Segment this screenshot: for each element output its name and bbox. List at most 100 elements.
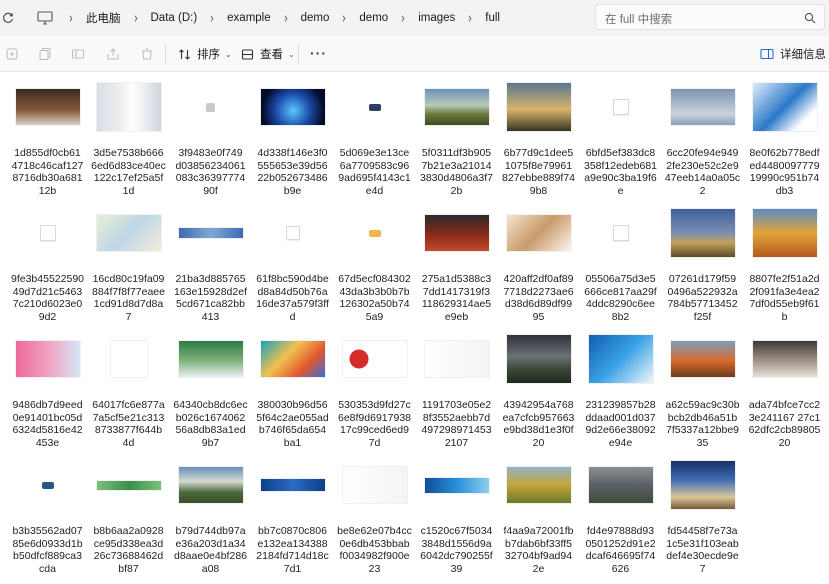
file-name: 64340cb8dc6ec b026c1674062 56a8db83a1ed … xyxy=(173,399,248,449)
file-name: 420aff2df0af89 7718d2273ae6 d38d6d89df99… xyxy=(503,273,574,323)
thumbnail-container xyxy=(416,325,497,393)
image-thumbnail xyxy=(506,467,571,503)
thumbnail-container xyxy=(662,199,743,267)
thumbnail-container xyxy=(334,199,415,267)
file-name: 43942954a768 ea7cfcb957663 e9bd38d1e3f0f… xyxy=(502,399,575,449)
thumbnail-container xyxy=(252,325,333,393)
file-name: ada74bfce7cc2 3e241167 27c1 62dfc2cb8980… xyxy=(748,399,821,449)
file-name: 6bfd5ef383dc8 358f12edeb681 a9e90c3ba19f… xyxy=(584,147,657,197)
thumbnail-container xyxy=(170,451,251,519)
file-name: 530353d9fd27c 6e8f9d6917938 17c99ced6ed9… xyxy=(338,399,411,449)
file-name: 8e0f62b778edf ed4480097779 19990c951b74 … xyxy=(749,147,820,197)
image-thumbnail xyxy=(260,341,325,377)
image-thumbnail xyxy=(752,83,817,131)
file-name: a62c59ac9c30b bcb2db46a51b 7f5337a12bbe9… xyxy=(665,399,740,449)
thumbnail-container xyxy=(7,451,88,519)
search-input[interactable]: 在 full 中搜索 xyxy=(595,4,825,30)
thumbnail-container xyxy=(170,73,251,141)
thumbnail-container xyxy=(252,199,333,267)
details-pane-icon xyxy=(760,48,774,60)
thumbnail-container xyxy=(744,199,825,267)
sort-icon xyxy=(178,48,191,61)
breadcrumb-demo-inner[interactable]: demo xyxy=(359,12,388,24)
copy-icon[interactable] xyxy=(37,46,53,62)
thumbnail-container xyxy=(416,451,497,519)
file-name: fd4e97888d93 0501252d91e2 dcaf646695f74 … xyxy=(585,525,656,575)
delete-icon[interactable] xyxy=(139,46,155,62)
breadcrumb-data-drive[interactable]: Data (D:) xyxy=(151,12,198,24)
thumbnail-container xyxy=(498,325,579,393)
thumbnail-container xyxy=(662,73,743,141)
more-options-button[interactable]: ··· xyxy=(310,45,327,61)
breadcrumb-demo[interactable]: demo xyxy=(301,12,330,24)
search-placeholder: 在 full 中搜索 xyxy=(605,14,673,26)
thumbnail-container xyxy=(170,199,251,267)
breadcrumb-example[interactable]: example xyxy=(227,12,270,24)
view-button[interactable]: 查看 ⌄ xyxy=(241,45,295,63)
refresh-icon[interactable] xyxy=(0,9,16,27)
file-name: bb7c0870c806 e132ea134388 2184fd714d18c … xyxy=(256,525,329,575)
details-pane-button[interactable]: 详细信息 xyxy=(760,45,826,63)
image-thumbnail xyxy=(612,225,629,241)
chevron-right-icon[interactable]: › xyxy=(125,9,146,27)
image-thumbnail xyxy=(368,103,381,111)
breadcrumb-this-pc[interactable]: 此电脑 xyxy=(86,10,121,26)
thumbnail-container xyxy=(498,451,579,519)
details-pane-label: 详细信息 xyxy=(780,49,826,61)
image-thumbnail xyxy=(670,89,735,125)
image-thumbnail xyxy=(96,215,161,251)
toolbar-divider xyxy=(165,44,166,64)
thumbnail-container xyxy=(580,325,661,393)
breadcrumb-images[interactable]: images xyxy=(418,12,455,24)
address-bar: › 此电脑 › Data (D:) › example › demo › dem… xyxy=(0,0,829,36)
file-name: 6cc20fe94e949 2fe230e52c2e9 47eeb14a0a05… xyxy=(664,147,741,197)
chevron-right-icon[interactable]: › xyxy=(334,9,355,27)
image-thumbnail xyxy=(752,341,817,377)
thumbnail-container xyxy=(744,325,825,393)
file-name: 9486db7d9eed 0e91401bc05d 6324d5816e42 4… xyxy=(12,399,83,449)
file-name: 8807fe2f51a2d 2f091fa3e4ea2 7df0d55eb9f6… xyxy=(749,273,820,323)
thumbnail-container xyxy=(744,73,825,141)
file-name: 9fe3b45522590 49d7d21c5463 7c210d6023e0 … xyxy=(11,273,84,323)
chevron-down-icon: ⌄ xyxy=(225,49,232,59)
thumbnail-container xyxy=(416,73,497,141)
image-thumbnail xyxy=(588,335,653,383)
chevron-right-icon[interactable]: › xyxy=(460,9,481,27)
rename-icon[interactable] xyxy=(70,46,86,62)
image-thumbnail xyxy=(506,215,571,251)
image-thumbnail xyxy=(752,209,817,257)
search-icon[interactable] xyxy=(804,11,816,29)
thumbnail-container xyxy=(88,199,169,267)
thumbnail-container xyxy=(662,451,743,519)
thumbnail-container xyxy=(170,325,251,393)
thumbnail-container xyxy=(416,199,497,267)
file-name: 3d5e7538b666 6ed6d83ce40ec 122c17ef25a5f… xyxy=(91,147,166,197)
new-item-icon[interactable] xyxy=(4,46,20,62)
chevron-right-icon[interactable]: › xyxy=(61,9,82,27)
image-thumbnail xyxy=(424,215,489,251)
chevron-right-icon[interactable]: › xyxy=(393,9,414,27)
breadcrumb: › 此电脑 › Data (D:) › example › demo › dem… xyxy=(26,4,586,32)
thumbnail-container xyxy=(498,199,579,267)
computer-icon[interactable] xyxy=(34,7,56,29)
image-thumbnail xyxy=(368,229,381,237)
thumbnail-container xyxy=(7,199,88,267)
file-name: 5d069e3e13ce 6a7709583c96 9ad695f4143c1 … xyxy=(338,147,411,197)
chevron-right-icon[interactable]: › xyxy=(275,9,296,27)
image-thumbnail xyxy=(39,225,56,241)
file-name: 275a1d5388c3 7dd1417319f3 118629314ae5 e… xyxy=(421,273,492,323)
image-thumbnail xyxy=(612,99,629,115)
sort-button[interactable]: 排序 ⌄ xyxy=(178,45,232,63)
image-thumbnail xyxy=(260,479,325,491)
chevron-right-icon[interactable]: › xyxy=(202,9,223,27)
thumbnail-container xyxy=(580,73,661,141)
file-name: b3b35562ad07 85e6d0933d1b b50dfcf889ca3 … xyxy=(12,525,83,575)
image-thumbnail xyxy=(424,341,489,377)
thumbnail-container xyxy=(662,325,743,393)
share-icon[interactable] xyxy=(105,46,121,62)
file-name: 16cd80c19fa09 884f7f8f77eaee 1cd91d8d7d8… xyxy=(92,273,165,323)
file-name: 67d5ecf084302 43da3b3b0b7b 126302a50b74 … xyxy=(338,273,411,323)
file-grid: 1d855df0cb61 4718c46caf127 8716db30a681 … xyxy=(0,73,829,584)
breadcrumb-full[interactable]: full xyxy=(485,12,500,24)
thumbnail-container xyxy=(88,451,169,519)
